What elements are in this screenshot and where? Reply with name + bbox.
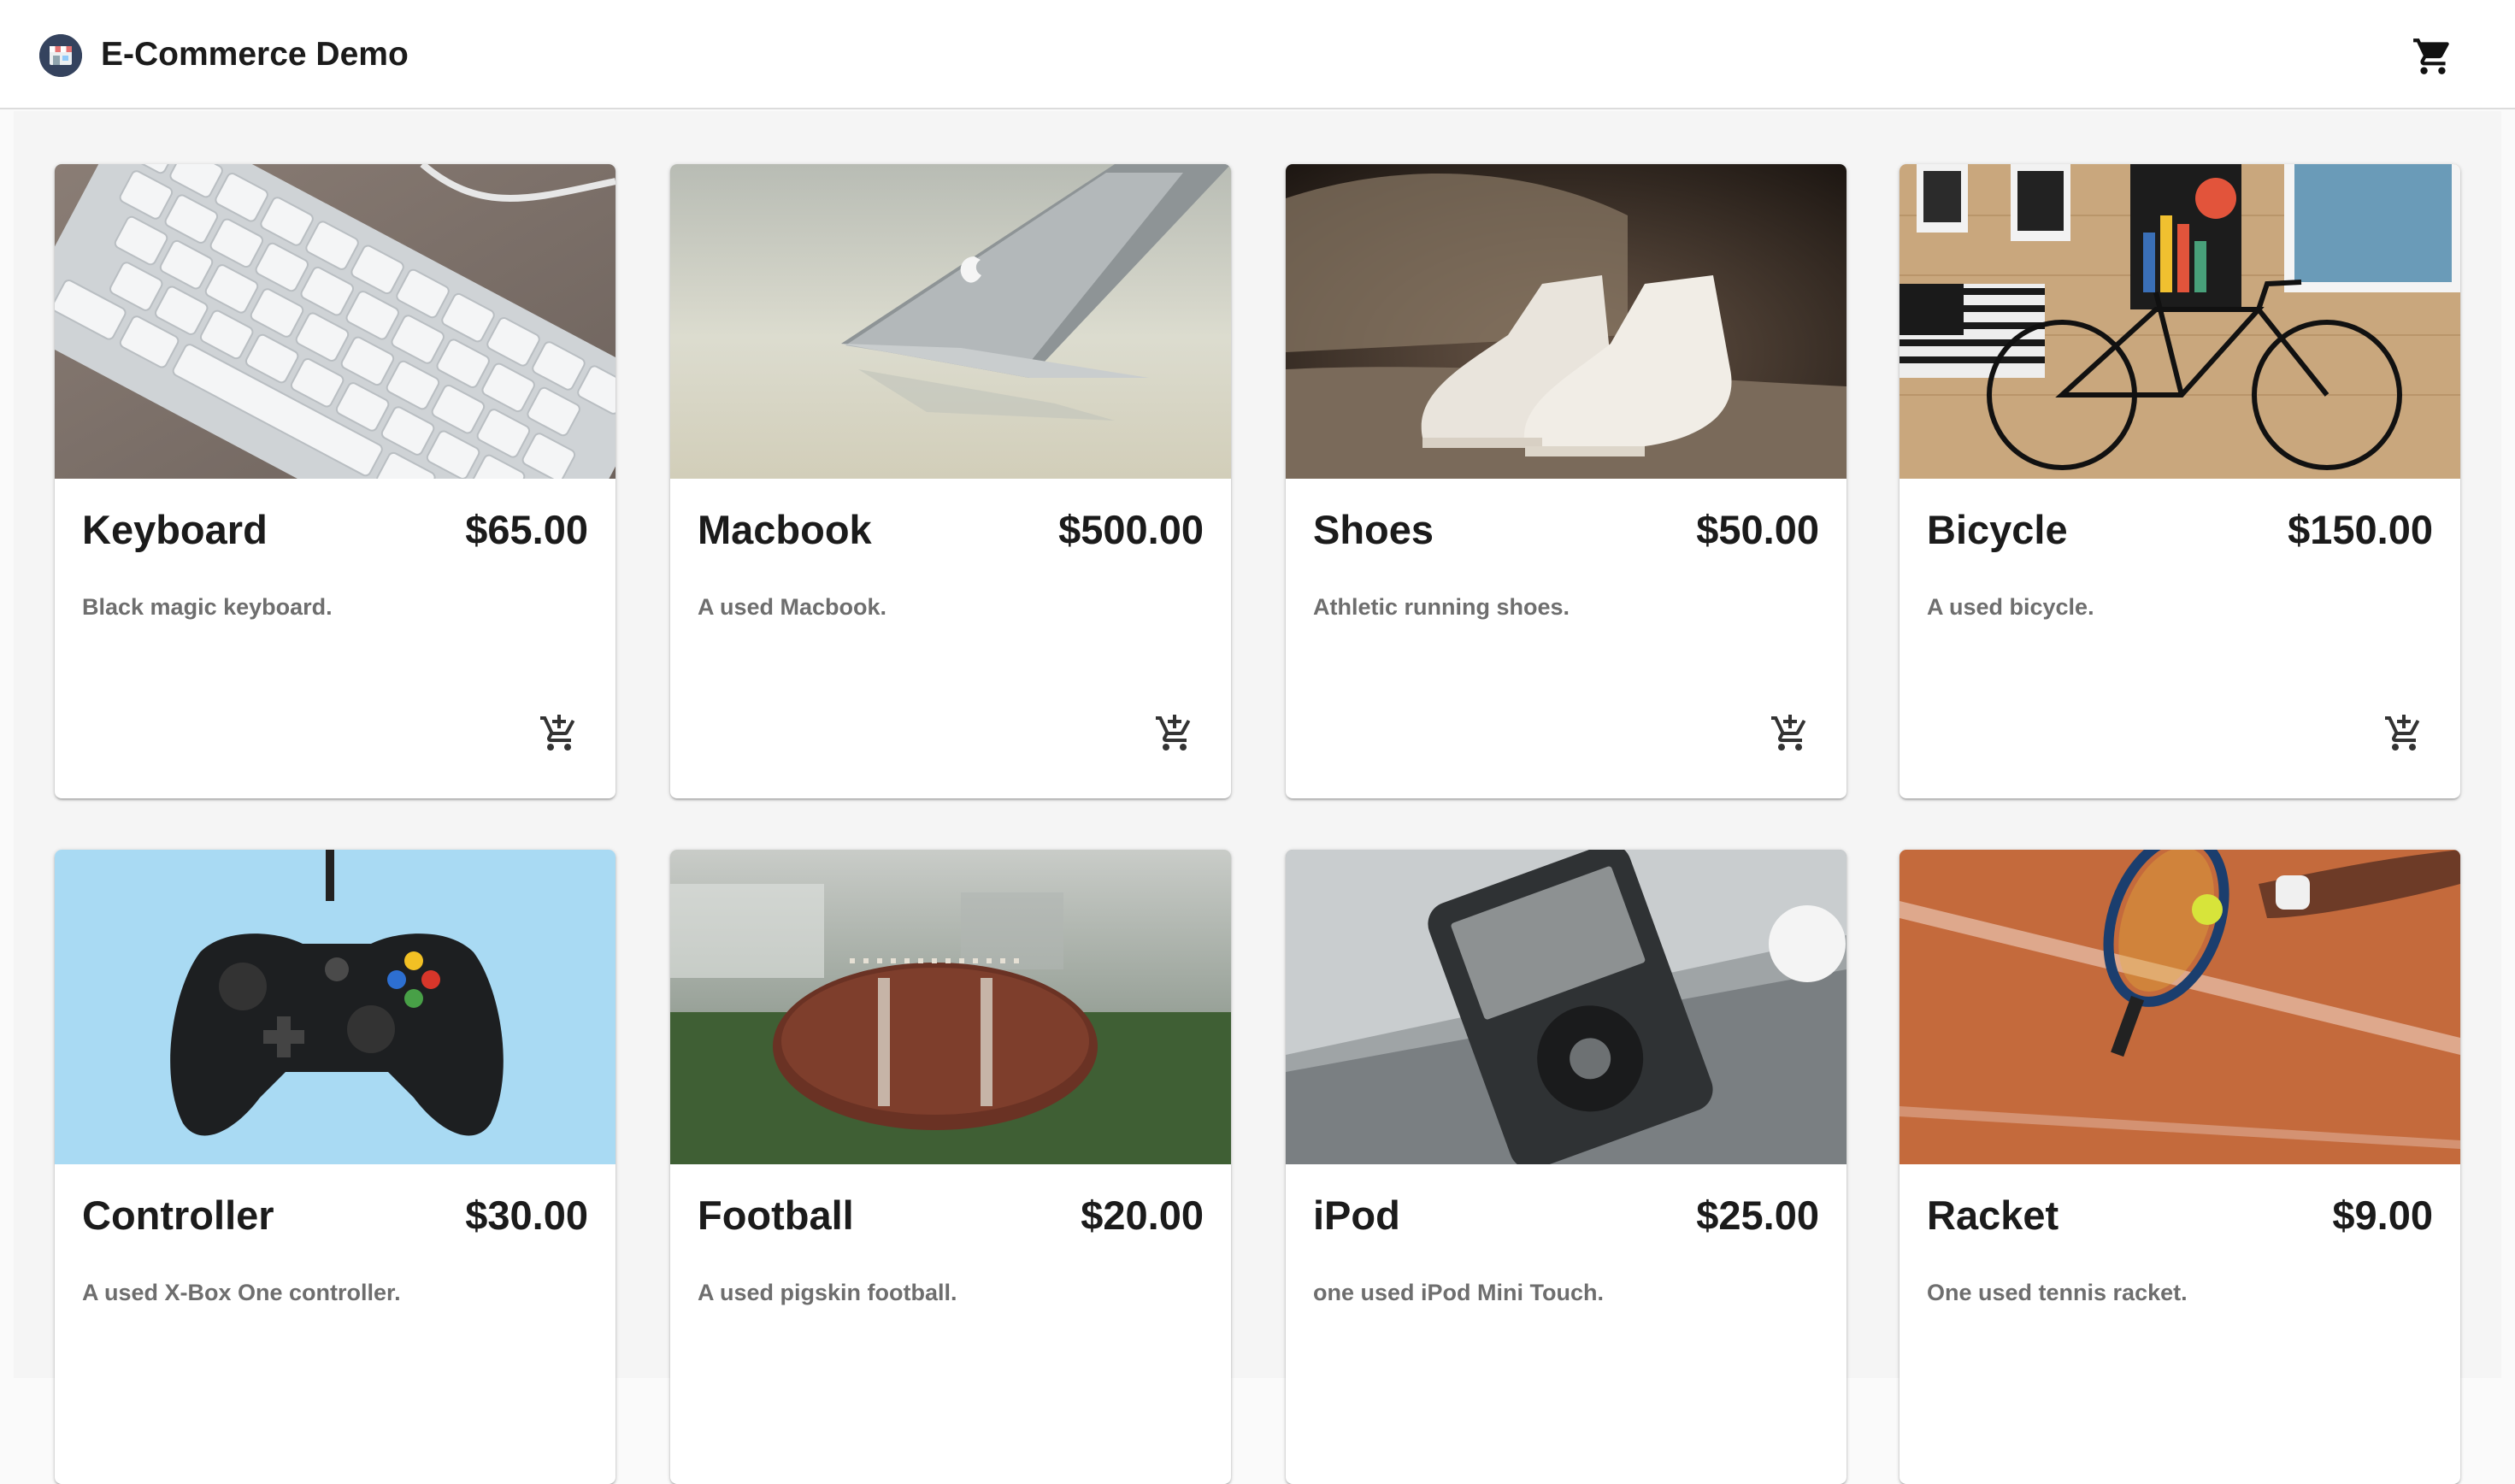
football-photo xyxy=(670,850,1231,1164)
product-description: A used bicycle. xyxy=(1927,594,2094,620)
product-name: Controller xyxy=(82,1192,274,1238)
product-price: $500.00 xyxy=(1058,507,1204,552)
product-card-controller: Controller $30.00 A used X-Box One contr… xyxy=(55,850,615,1484)
product-description: Athletic running shoes. xyxy=(1313,594,1570,620)
product-name: Keyboard xyxy=(82,507,268,552)
product-description: Black magic keyboard. xyxy=(82,594,333,620)
product-description: A used pigskin football. xyxy=(698,1280,957,1305)
product-card-ipod: iPod $25.00 one used iPod Mini Touch. xyxy=(1286,850,1846,1484)
product-card-keyboard: Keyboard $65.00 Black magic keyboard. xyxy=(55,164,615,798)
product-price: $25.00 xyxy=(1696,1192,1819,1238)
add-to-cart-button[interactable] xyxy=(1151,710,1199,757)
product-name: Macbook xyxy=(698,507,872,552)
laptop-photo xyxy=(670,164,1231,479)
product-description: A used Macbook. xyxy=(698,594,887,620)
product-price: $65.00 xyxy=(465,507,588,552)
add-to-cart-button[interactable] xyxy=(1766,710,1814,757)
app-title: E-Commerce Demo xyxy=(101,36,409,73)
tennis-racket-photo xyxy=(1900,850,2460,1164)
add-to-cart-button[interactable] xyxy=(535,710,583,757)
shopping-cart-icon xyxy=(2413,38,2449,74)
add-shopping-cart-icon xyxy=(1156,715,1191,751)
product-description: A used X-Box One controller. xyxy=(82,1280,401,1305)
cart-button[interactable] xyxy=(2407,31,2459,82)
product-name: Shoes xyxy=(1313,507,1434,552)
product-price: $30.00 xyxy=(465,1192,588,1238)
product-description: one used iPod Mini Touch. xyxy=(1313,1280,1604,1305)
product-price: $150.00 xyxy=(2288,507,2433,552)
sneakers-photo xyxy=(1286,164,1846,479)
product-name: Racket xyxy=(1927,1192,2059,1238)
game-controller-photo xyxy=(55,850,615,1164)
app-bar: E-Commerce Demo xyxy=(0,0,2515,109)
keyboard-photo xyxy=(55,164,615,479)
product-price: $9.00 xyxy=(2332,1192,2433,1238)
product-card-shoes: Shoes $50.00 Athletic running shoes. xyxy=(1286,164,1846,798)
bicycle-photo xyxy=(1900,164,2460,479)
ipod-photo xyxy=(1286,850,1846,1164)
add-to-cart-button[interactable] xyxy=(2380,710,2428,757)
product-grid: Keyboard $65.00 Black magic keyboard. Ma… xyxy=(14,111,2501,1484)
product-description: One used tennis racket. xyxy=(1927,1280,2188,1305)
product-price: $20.00 xyxy=(1081,1192,1204,1238)
product-card-racket: Racket $9.00 One used tennis racket. xyxy=(1900,850,2460,1484)
product-card-bicycle: Bicycle $150.00 A used bicycle. xyxy=(1900,164,2460,798)
storefront-icon xyxy=(39,34,82,77)
product-card-football: Football $20.00 A used pigskin football. xyxy=(670,850,1231,1484)
product-name: Football xyxy=(698,1192,854,1238)
product-name: Bicycle xyxy=(1927,507,2068,552)
add-shopping-cart-icon xyxy=(1771,715,1806,751)
add-shopping-cart-icon xyxy=(2385,715,2420,751)
product-name: iPod xyxy=(1313,1192,1400,1238)
product-card-macbook: Macbook $500.00 A used Macbook. xyxy=(670,164,1231,798)
product-price: $50.00 xyxy=(1696,507,1819,552)
add-shopping-cart-icon xyxy=(540,715,575,751)
